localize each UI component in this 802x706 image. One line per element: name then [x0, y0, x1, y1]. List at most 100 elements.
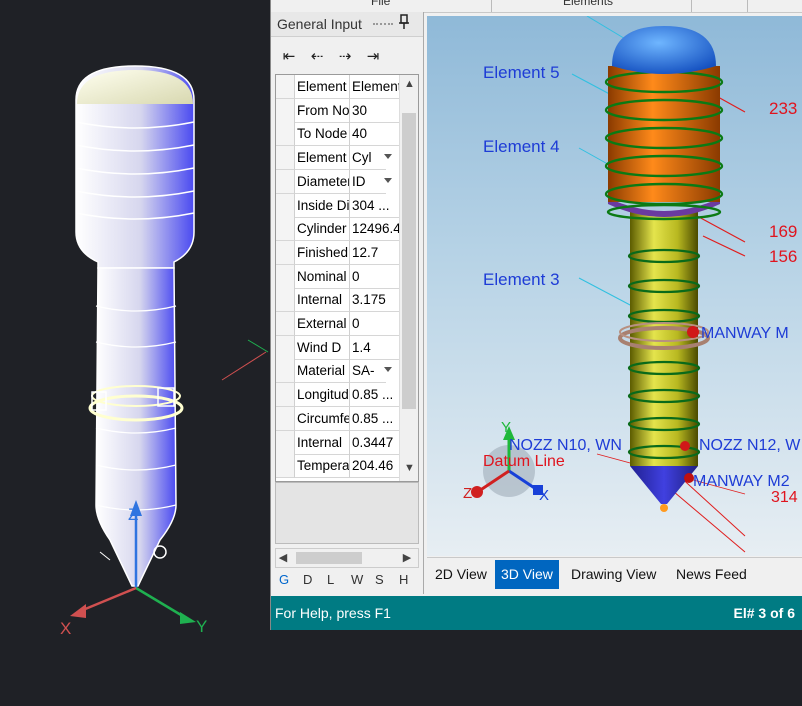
- property-row[interactable]: Element TypeCyl: [276, 146, 400, 171]
- property-name: External: [295, 312, 350, 336]
- property-name: Wind D: [295, 335, 350, 360]
- horizontal-scroll-thumb[interactable]: [296, 552, 362, 564]
- property-value[interactable]: ID: [350, 170, 386, 194]
- status-help-text: For Help, press F1: [275, 605, 391, 621]
- label-element-5: Element 5: [483, 63, 560, 82]
- tab-3d-view[interactable]: 3D View: [495, 560, 559, 589]
- label-elevation-233: 233: [769, 99, 797, 118]
- row-header[interactable]: [276, 264, 295, 289]
- property-value[interactable]: 0.85 ...: [350, 383, 400, 408]
- cad-axis-y-label: Y: [196, 617, 207, 636]
- label-elevation-156: 156: [769, 247, 797, 266]
- property-value[interactable]: 0: [350, 265, 400, 289]
- property-row[interactable]: Material SA-: [276, 359, 400, 384]
- row-header[interactable]: [276, 312, 295, 336]
- tab-loads[interactable]: L: [327, 572, 334, 587]
- property-value[interactable]: 3.175: [350, 288, 400, 313]
- property-grid: ElementElementFrom Node30To Node40Elemen…: [275, 74, 419, 482]
- panel-tab-strip: G D L W S H: [271, 566, 423, 596]
- property-value[interactable]: 0.85 ...: [350, 407, 400, 431]
- property-row[interactable]: Internal 0.3447: [276, 430, 400, 455]
- property-value[interactable]: 12496.4: [350, 217, 400, 242]
- scroll-right-icon[interactable]: ▶: [402, 553, 412, 564]
- tab-general[interactable]: G: [279, 572, 289, 587]
- row-header[interactable]: [276, 430, 295, 455]
- property-name: Internal: [295, 288, 350, 313]
- pin-icon[interactable]: [397, 14, 413, 32]
- viewport-axis-z-label: Z: [463, 485, 472, 502]
- row-header[interactable]: [276, 240, 295, 265]
- property-row[interactable]: From Node30: [276, 98, 400, 123]
- label-elevation-314: 314: [771, 489, 798, 506]
- property-value[interactable]: 30: [350, 99, 400, 123]
- property-row[interactable]: Element Element: [276, 75, 400, 99]
- scroll-left-icon[interactable]: ◀: [278, 553, 288, 564]
- menu-item-elements[interactable]: Elements: [563, 0, 613, 8]
- tab-news-feed[interactable]: News Feed: [670, 560, 753, 589]
- property-row[interactable]: Longitudinal0.85 ...: [276, 383, 400, 408]
- property-value[interactable]: 0: [350, 312, 400, 336]
- 3d-model-viewport[interactable]: Element 5 Element 4 Element 3 233 169 15…: [427, 16, 802, 556]
- chevron-down-icon[interactable]: [384, 154, 392, 160]
- property-row[interactable]: Inside Diameter304 ...: [276, 193, 400, 218]
- row-header[interactable]: [276, 75, 295, 99]
- chevron-down-icon[interactable]: [384, 367, 392, 373]
- row-header[interactable]: [276, 454, 295, 479]
- property-value[interactable]: Element: [350, 75, 400, 99]
- property-name: To Node: [295, 122, 350, 147]
- property-value[interactable]: 12.7: [350, 241, 400, 265]
- row-header[interactable]: [276, 217, 295, 242]
- property-value[interactable]: SA-: [350, 359, 386, 384]
- property-row[interactable]: External 0: [276, 312, 400, 336]
- property-row[interactable]: Cylinder 12496.4: [276, 217, 400, 242]
- row-header[interactable]: [276, 122, 295, 147]
- scroll-up-icon[interactable]: ▲: [404, 79, 415, 90]
- vertical-scroll-thumb[interactable]: [402, 113, 416, 409]
- property-row[interactable]: Finished 12.7: [276, 240, 400, 265]
- property-value[interactable]: Cyl: [350, 146, 386, 171]
- property-name: From Node: [295, 98, 350, 123]
- scroll-down-icon[interactable]: ▼: [404, 463, 415, 474]
- next-element-button[interactable]: ⇢: [333, 46, 357, 68]
- property-value[interactable]: 304 ...: [350, 194, 400, 218]
- row-header[interactable]: [276, 406, 295, 431]
- row-header[interactable]: [276, 146, 295, 171]
- property-row[interactable]: Temperature204.46: [276, 454, 400, 479]
- tab-seismic[interactable]: S: [375, 572, 384, 587]
- vertical-scrollbar[interactable]: ▲ ▼: [399, 75, 418, 481]
- horizontal-scrollbar[interactable]: ◀ ▶: [275, 548, 419, 568]
- property-name: Inside Diameter: [295, 193, 350, 218]
- label-datum-line: Datum Line: [483, 453, 565, 470]
- property-value[interactable]: 1.4: [350, 336, 400, 360]
- row-header[interactable]: [276, 288, 295, 313]
- tab-drawing-view[interactable]: Drawing View: [565, 560, 662, 589]
- row-header[interactable]: [276, 335, 295, 360]
- previous-element-button[interactable]: ⇠: [305, 46, 329, 68]
- menu-item-file[interactable]: File: [371, 0, 390, 8]
- first-element-button[interactable]: ⇤: [277, 46, 301, 68]
- tab-heat[interactable]: H: [399, 572, 408, 587]
- row-header[interactable]: [276, 98, 295, 123]
- last-element-button[interactable]: ⇥: [361, 46, 385, 68]
- property-value[interactable]: 0.3447: [350, 431, 400, 455]
- row-header[interactable]: [276, 169, 295, 194]
- property-row[interactable]: Circumferential0.85 ...: [276, 406, 400, 431]
- property-name: Element: [295, 75, 350, 99]
- property-value[interactable]: 40: [350, 122, 400, 147]
- property-row[interactable]: Internal 3.175: [276, 288, 400, 313]
- property-row[interactable]: To Node 40: [276, 122, 400, 147]
- label-element-4: Element 4: [483, 137, 560, 156]
- property-row[interactable]: Diameter ID: [276, 169, 400, 194]
- row-header[interactable]: [276, 383, 295, 408]
- grip-icon[interactable]: [373, 23, 393, 28]
- property-row[interactable]: Wind D 1.4: [276, 335, 400, 360]
- property-row[interactable]: Nominal 0: [276, 264, 400, 289]
- row-header[interactable]: [276, 359, 295, 384]
- tab-2d-view[interactable]: 2D View: [429, 560, 493, 589]
- property-value[interactable]: 204.46: [350, 454, 400, 479]
- property-name: Cylinder: [295, 217, 350, 242]
- chevron-down-icon[interactable]: [384, 177, 392, 183]
- tab-wind[interactable]: W: [351, 572, 363, 587]
- row-header[interactable]: [276, 193, 295, 218]
- tab-details[interactable]: D: [303, 572, 312, 587]
